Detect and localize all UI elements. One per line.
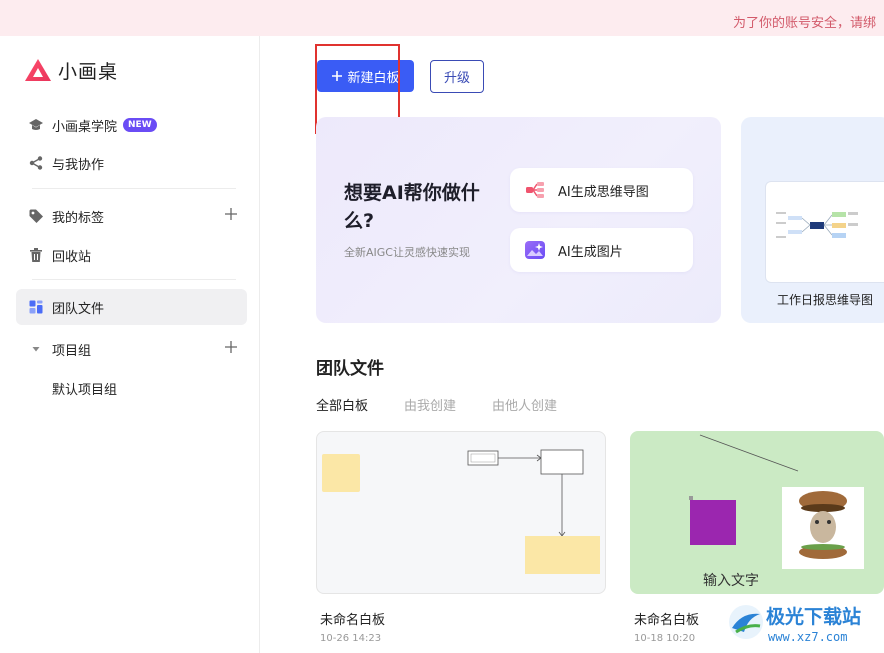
add-tag-icon[interactable] xyxy=(223,206,239,222)
team-files-title: 团队文件 xyxy=(316,359,384,379)
sidebar-divider xyxy=(32,279,236,280)
board-card[interactable] xyxy=(316,431,606,594)
banner-text: 为了你的账号安全，请绑 xyxy=(733,16,877,31)
sidebar: 小画桌 小画桌学院 NEW 与我协作 我的标签 回收站 团队文件 项目组 默认项… xyxy=(0,36,260,653)
sidebar-item-label: 团队文件 xyxy=(52,301,105,317)
tag-icon xyxy=(28,208,44,224)
logo-icon xyxy=(25,59,51,81)
site-watermark: 极光下载站 www.xz7.com xyxy=(724,596,884,653)
ai-image-button[interactable]: AI生成图片 xyxy=(510,228,693,272)
upgrade-button[interactable]: 升级 xyxy=(430,60,484,93)
graduation-cap-icon xyxy=(28,117,44,133)
sidebar-item-academy[interactable]: 小画桌学院 NEW xyxy=(16,107,247,143)
tab-created-by-others[interactable]: 由他人创建 xyxy=(492,395,557,414)
sidebar-item-label: 项目组 xyxy=(52,343,92,359)
mindmap-thumbnail-image xyxy=(776,212,858,238)
mindmap-icon xyxy=(526,182,544,198)
ai-card-title: 想要AI帮你做什么? xyxy=(344,182,480,232)
add-project-icon[interactable] xyxy=(223,339,239,355)
sidebar-item-trash[interactable]: 回收站 xyxy=(16,237,247,273)
template-card[interactable]: 工作日报思维导图 xyxy=(741,117,884,323)
ai-image-label: AI生成图片 xyxy=(558,244,623,260)
board-name[interactable]: 未命名白板 xyxy=(320,609,385,628)
ai-mindmap-button[interactable]: AI生成思维导图 xyxy=(510,168,693,212)
board-thumbnail-text: 输入文字 xyxy=(703,573,759,589)
board-card[interactable]: 输入文字 xyxy=(630,431,884,594)
main-content: 新建白板 升级 想要AI帮你做什么? 全新AIGC让灵感快速实现 AI生成思维导… xyxy=(261,36,884,653)
sidebar-item-label: 我的标签 xyxy=(52,210,105,226)
sidebar-item-project-group[interactable]: 项目组 xyxy=(16,331,247,367)
watermark-logo-icon xyxy=(729,605,763,639)
image-sparkle-icon xyxy=(525,241,545,259)
sidebar-item-default-project[interactable]: 默认项目组 xyxy=(52,379,117,398)
app-logo[interactable]: 小画桌 xyxy=(24,56,118,84)
watermark-url: www.xz7.com xyxy=(768,630,848,644)
ai-mindmap-label: AI生成思维导图 xyxy=(558,184,649,200)
sidebar-item-collab[interactable]: 与我协作 xyxy=(16,145,247,181)
template-label: 工作日报思维导图 xyxy=(777,293,874,307)
sidebar-item-label: 回收站 xyxy=(52,249,92,265)
board-date: 10-18 10:20 xyxy=(634,633,696,644)
sidebar-divider xyxy=(32,188,236,189)
tab-all-boards[interactable]: 全部白板 xyxy=(316,395,368,414)
board-date: 10-26 14:23 xyxy=(320,633,382,644)
notification-banner: 为了你的账号安全，请绑 xyxy=(0,0,884,36)
share-icon xyxy=(28,155,44,171)
trash-icon xyxy=(28,247,44,263)
team-files-icon xyxy=(28,299,44,315)
tab-created-by-me[interactable]: 由我创建 xyxy=(404,395,456,414)
app-name: 小画桌 xyxy=(58,60,119,83)
sidebar-item-label: 与我协作 xyxy=(52,157,105,173)
template-thumbnail xyxy=(765,181,884,283)
ai-card-subtitle: 全新AIGC让灵感快速实现 xyxy=(344,246,470,259)
new-badge: NEW xyxy=(123,118,157,132)
sidebar-item-team-files[interactable]: 团队文件 xyxy=(16,289,247,325)
sidebar-item-label: 小画桌学院 xyxy=(52,119,118,135)
caret-down-icon[interactable] xyxy=(28,341,44,357)
sidebar-item-tags[interactable]: 我的标签 xyxy=(16,198,247,234)
board-thumbnail xyxy=(322,449,600,574)
board-name[interactable]: 未命名白板 xyxy=(634,609,699,628)
ai-promo-card: 想要AI帮你做什么? 全新AIGC让灵感快速实现 AI生成思维导图 AI生成图片 xyxy=(316,117,721,323)
watermark-title: 极光下载站 xyxy=(766,606,862,628)
